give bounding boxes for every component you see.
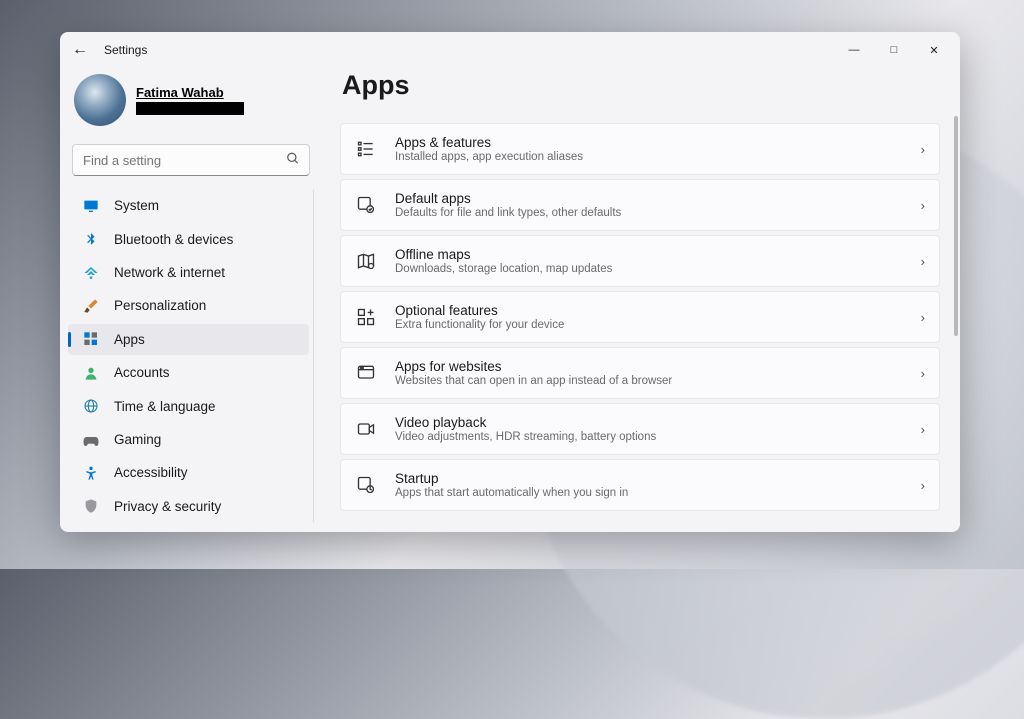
page-title: Apps <box>340 70 954 101</box>
card-subtitle: Websites that can open in an app instead… <box>395 375 903 387</box>
chevron-right-icon: › <box>921 422 925 437</box>
card-subtitle: Apps that start automatically when you s… <box>395 487 903 499</box>
sidebar-item-time-language[interactable]: Time & language <box>68 390 309 421</box>
search-input[interactable] <box>72 144 310 176</box>
default-apps-icon <box>355 194 377 216</box>
gaming-icon <box>82 431 100 449</box>
chevron-right-icon: › <box>921 254 925 269</box>
card-title: Default apps <box>395 191 903 206</box>
sidebar-item-label: Time & language <box>114 399 216 414</box>
sidebar-item-label: Apps <box>114 332 145 347</box>
sidebar-item-accounts[interactable]: Accounts <box>68 357 309 388</box>
system-icon <box>82 197 100 215</box>
card-subtitle: Installed apps, app execution aliases <box>395 151 903 163</box>
card-title: Apps & features <box>395 135 903 150</box>
card-video-playback[interactable]: Video playback Video adjustments, HDR st… <box>340 403 940 455</box>
apps-icon <box>82 330 100 348</box>
sidebar-item-label: Network & internet <box>114 265 225 280</box>
card-apps-features[interactable]: Apps & features Installed apps, app exec… <box>340 123 940 175</box>
chevron-right-icon: › <box>921 142 925 157</box>
card-apps-for-websites[interactable]: Apps for websites Websites that can open… <box>340 347 940 399</box>
chevron-right-icon: › <box>921 310 925 325</box>
plus-grid-icon <box>355 306 377 328</box>
content-area: Apps Apps & features Installed apps, app… <box>322 68 960 532</box>
accessibility-icon <box>82 464 100 482</box>
sidebar-item-apps[interactable]: Apps <box>68 324 309 355</box>
wifi-icon <box>82 264 100 282</box>
card-title: Startup <box>395 471 903 486</box>
chevron-right-icon: › <box>921 366 925 381</box>
nav-list: System Bluetooth & devices Network & int… <box>68 190 314 522</box>
sidebar-item-gaming[interactable]: Gaming <box>68 424 309 455</box>
profile-section[interactable]: Fatima Wahab <box>68 68 314 142</box>
avatar <box>74 74 126 126</box>
map-icon <box>355 250 377 272</box>
card-default-apps[interactable]: Default apps Defaults for file and link … <box>340 179 940 231</box>
sidebar-item-label: System <box>114 198 159 213</box>
back-button[interactable]: ← <box>72 41 100 59</box>
sidebar: Fatima Wahab System <box>60 68 322 532</box>
list-icon <box>355 138 377 160</box>
sidebar-item-label: Bluetooth & devices <box>114 232 233 247</box>
sidebar-item-label: Privacy & security <box>114 499 221 514</box>
close-button[interactable]: ✕ <box>914 35 954 65</box>
card-startup[interactable]: Startup Apps that start automatically wh… <box>340 459 940 511</box>
search-icon <box>286 152 300 169</box>
scrollbar[interactable] <box>954 116 958 532</box>
sidebar-item-label: Accessibility <box>114 465 188 480</box>
card-title: Video playback <box>395 415 903 430</box>
globe-icon <box>82 397 100 415</box>
sidebar-item-label: Personalization <box>114 298 206 313</box>
card-title: Apps for websites <box>395 359 903 374</box>
sidebar-item-accessibility[interactable]: Accessibility <box>68 457 309 488</box>
card-subtitle: Downloads, storage location, map updates <box>395 263 903 275</box>
window-title: Settings <box>104 43 147 57</box>
card-list: Apps & features Installed apps, app exec… <box>340 123 954 511</box>
minimize-button[interactable]: — <box>834 35 874 65</box>
startup-icon <box>355 474 377 496</box>
titlebar: ← Settings — □ ✕ <box>60 32 960 68</box>
card-title: Offline maps <box>395 247 903 262</box>
sidebar-item-bluetooth[interactable]: Bluetooth & devices <box>68 223 309 254</box>
card-optional-features[interactable]: Optional features Extra functionality fo… <box>340 291 940 343</box>
chevron-right-icon: › <box>921 478 925 493</box>
card-subtitle: Video adjustments, HDR streaming, batter… <box>395 431 903 443</box>
card-offline-maps[interactable]: Offline maps Downloads, storage location… <box>340 235 940 287</box>
accounts-icon <box>82 364 100 382</box>
sidebar-item-system[interactable]: System <box>68 190 309 221</box>
bluetooth-icon <box>82 230 100 248</box>
sidebar-item-label: Accounts <box>114 365 170 380</box>
profile-name: Fatima Wahab <box>136 85 244 100</box>
maximize-button[interactable]: □ <box>874 35 914 65</box>
chevron-right-icon: › <box>921 198 925 213</box>
card-subtitle: Extra functionality for your device <box>395 319 903 331</box>
video-icon <box>355 418 377 440</box>
web-app-icon <box>355 362 377 384</box>
brush-icon <box>82 297 100 315</box>
card-title: Optional features <box>395 303 903 318</box>
sidebar-item-privacy[interactable]: Privacy & security <box>68 491 309 522</box>
sidebar-item-network[interactable]: Network & internet <box>68 257 309 288</box>
settings-window: ← Settings — □ ✕ Fatima Wahab <box>60 32 960 532</box>
sidebar-item-label: Gaming <box>114 432 161 447</box>
sidebar-item-personalization[interactable]: Personalization <box>68 290 309 321</box>
profile-email-redacted <box>136 102 244 115</box>
shield-icon <box>82 497 100 515</box>
card-subtitle: Defaults for file and link types, other … <box>395 207 903 219</box>
